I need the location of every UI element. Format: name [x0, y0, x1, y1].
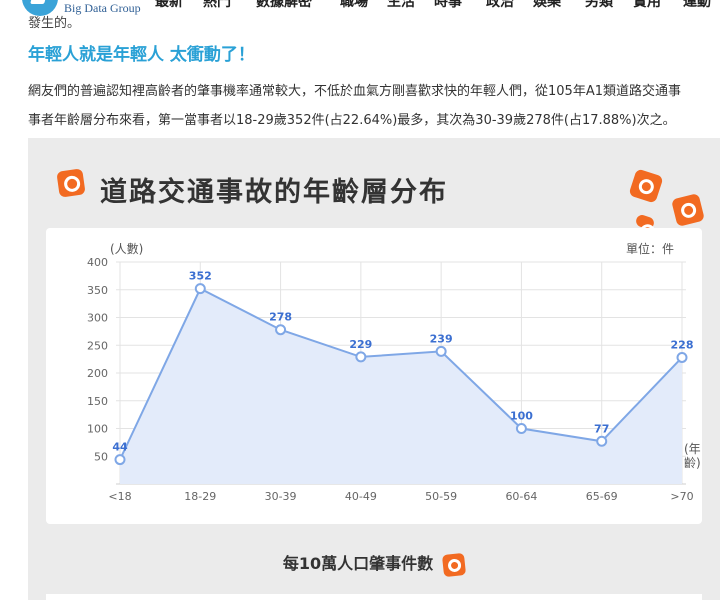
chart-area: (人數) 單位：件 50 100 150 200 250 300 350 400 <18 18-2…	[46, 228, 702, 524]
chart-panel: 道路交通事故的年齡層分布 (人數) 單位：件 50 100 150 200 250 300…	[28, 138, 720, 604]
x-tick-label: <18	[108, 490, 131, 503]
article-paragraph-line-2: 事者年齡層分布來看，第一當事者以18-29歲352件(占22.64%)最多，其次…	[28, 113, 676, 128]
data-point	[676, 351, 688, 363]
nav-item-sports[interactable]: 運動	[683, 0, 711, 11]
x-tick-label: 65-69	[586, 490, 618, 503]
previous-paragraph-end: 發生的。	[28, 16, 81, 31]
x-tick-label: 30-39	[265, 490, 297, 503]
data-point	[114, 454, 126, 466]
data-label: 239	[430, 332, 453, 345]
x-tick-label: 60-64	[505, 490, 537, 503]
article-headline: 年輕人就是年輕人 太衝動了！	[28, 45, 255, 65]
y-tick-label: 50	[94, 450, 108, 463]
line-area-chart: 50 100 150 200 250 300 350 400 <18 18-29 30-39 40-4…	[87, 256, 694, 503]
chart-title: 道路交通事故的年齡層分布	[100, 177, 448, 208]
x-tick-label: 50-59	[425, 490, 457, 503]
data-point	[515, 423, 527, 434]
x-axis-unit: (年齡)	[684, 442, 701, 470]
data-label: 44	[112, 441, 128, 454]
y-tick-label: 400	[87, 256, 108, 269]
data-label: 278	[269, 311, 292, 324]
data-label: 228	[671, 338, 694, 351]
nav-item-life[interactable]: 生活	[387, 0, 415, 11]
target-badge-icon	[56, 168, 86, 198]
data-label: 100	[510, 410, 533, 423]
next-chart-area	[46, 594, 702, 604]
y-tick-label: 250	[87, 339, 108, 352]
y-tick-label: 100	[87, 423, 108, 436]
target-badge-icon	[628, 168, 664, 204]
nav-item-other[interactable]: 另類	[585, 0, 613, 11]
data-label: 77	[594, 422, 609, 435]
data-label: 229	[349, 338, 372, 351]
x-tick-label: 40-49	[345, 490, 377, 503]
data-point	[275, 324, 287, 336]
x-tick-label: 18-29	[184, 490, 216, 503]
nav-item-hot[interactable]: 熱門	[203, 0, 231, 11]
section-subtitle: 每10萬人口肇事件數	[28, 550, 720, 577]
nav-item-politics[interactable]: 政治	[486, 0, 514, 11]
y-tick-label: 350	[87, 284, 108, 297]
data-label: 352	[189, 270, 212, 283]
y-tick-label: 300	[87, 312, 108, 325]
article-paragraph-line-1: 網友們的普遍認知裡高齡者的肇事機率通常較大，不低於血氣方剛喜歡求快的年輕人們，從…	[28, 84, 681, 99]
nav-item-practical[interactable]: 實用	[633, 0, 661, 11]
data-point	[355, 351, 367, 363]
nav-item-latest[interactable]: 最新	[155, 0, 183, 11]
target-badge-icon	[671, 193, 705, 227]
nav-item-entertainment[interactable]: 娛樂	[533, 0, 561, 11]
nav-item-career[interactable]: 職場	[340, 0, 368, 11]
target-badge-icon	[442, 552, 467, 577]
section-subtitle-text: 每10萬人口肇事件數	[282, 554, 434, 573]
x-tick-label: >70	[670, 490, 693, 503]
nav-item-data[interactable]: 數據解密	[256, 0, 312, 11]
y-tick-label: 150	[87, 395, 108, 408]
logo-mark-icon	[30, 0, 48, 4]
data-point	[194, 283, 206, 295]
nav-item-current[interactable]: 時事	[434, 0, 462, 11]
data-point	[596, 435, 608, 447]
data-point	[435, 345, 447, 357]
y-tick-label: 200	[87, 367, 108, 380]
top-navigation: Big Data Group 最新 熱門 數據解密 職場 生活 時事 政治 娛樂…	[0, 0, 720, 18]
